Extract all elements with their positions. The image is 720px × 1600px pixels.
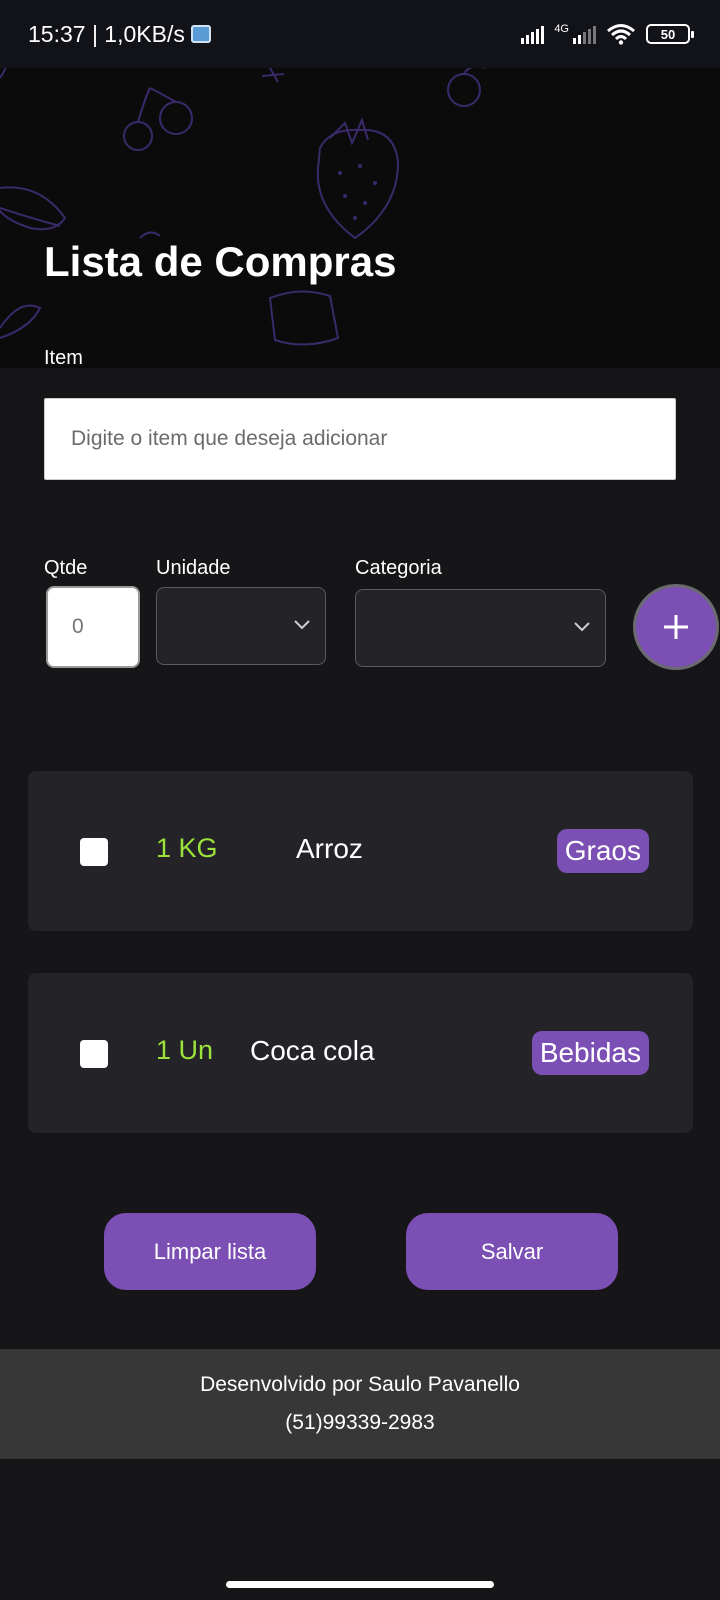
item-quantity: 1 Un [156,1035,213,1066]
category-badge: Graos [557,829,649,873]
item-input[interactable] [44,398,676,480]
item-checkbox[interactable] [80,1040,108,1068]
signal-strength-secondary-icon [573,24,596,44]
plus-icon [661,612,691,642]
quantity-input[interactable] [46,586,140,668]
list-item: 1 KG Arroz Graos [28,771,693,931]
qtde-label: Qtde [44,557,87,580]
footer: Desenvolvido por Saulo Pavanello (51)993… [0,1349,720,1459]
battery-level: 50 [661,27,675,42]
home-indicator[interactable] [226,1581,494,1588]
status-right: 4G 50 [521,23,690,45]
list-item: 1 Un Coca cola Bebidas [28,973,693,1133]
category-badge: Bebidas [532,1031,649,1075]
network-type: 4G [554,23,569,35]
status-bar: 15:37 | 1,0KB/s 4G 50 [0,0,720,68]
item-checkbox[interactable] [80,838,108,866]
item-label: Item [44,347,83,370]
signal-strength-icon [521,24,544,44]
wifi-icon [606,23,636,45]
save-button[interactable]: Salvar [406,1213,618,1290]
notification-app-icon [191,25,211,43]
clear-list-button[interactable]: Limpar lista [104,1213,316,1290]
header-banner: Lista de Compras [0,68,720,368]
item-quantity: 1 KG [156,833,218,864]
page-title: Lista de Compras [44,238,396,286]
categoria-select[interactable] [355,589,606,667]
fruit-doodle-background [0,68,720,368]
status-time: 15:37 | 1,0KB/s [28,21,185,48]
chevron-down-icon [293,618,311,630]
battery-icon: 50 [646,24,690,44]
unidade-label: Unidade [156,557,231,580]
footer-phone: (51)99339-2983 [285,1411,434,1435]
status-left: 15:37 | 1,0KB/s [28,21,211,48]
add-item-button[interactable] [633,584,719,670]
item-name: Arroz [296,833,363,865]
categoria-label: Categoria [355,557,442,580]
chevron-down-icon [573,620,591,632]
unidade-select[interactable] [156,587,326,665]
item-name: Coca cola [250,1035,375,1067]
footer-credit: Desenvolvido por Saulo Pavanello [200,1373,520,1397]
